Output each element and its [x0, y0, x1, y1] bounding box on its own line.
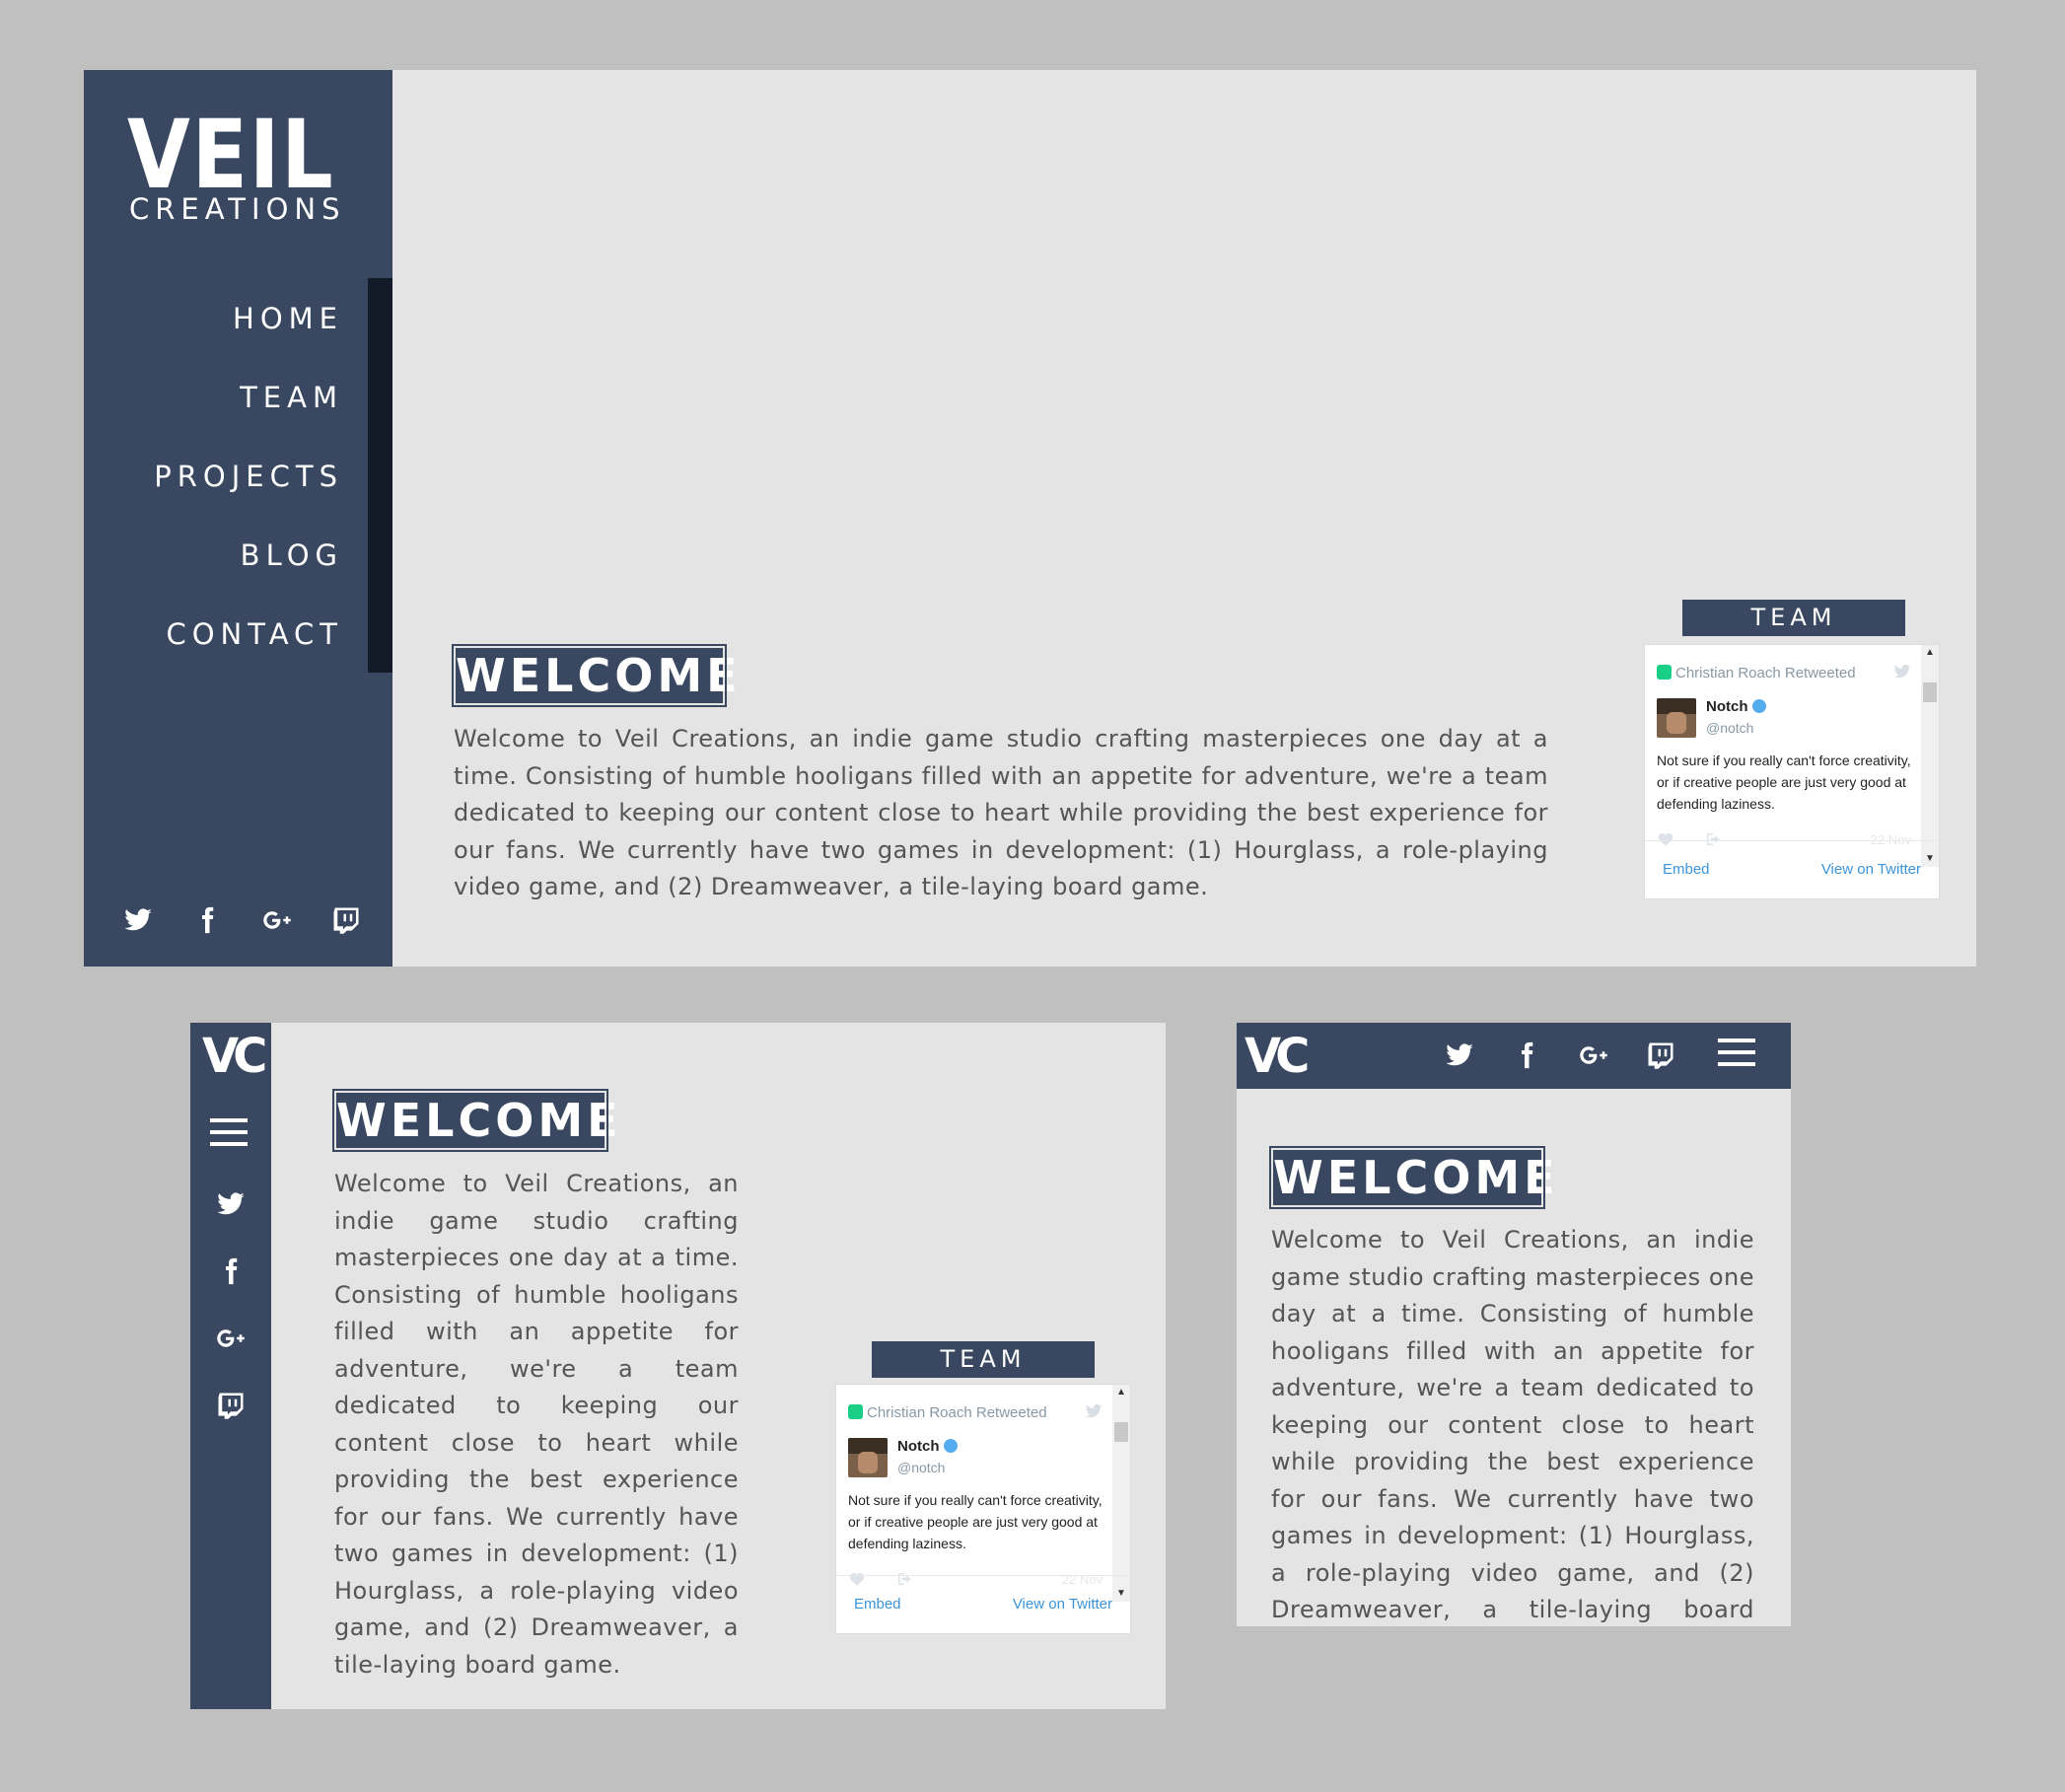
logo-sub: CREATIONS [129, 192, 346, 226]
hamburger-menu-icon[interactable] [210, 1118, 248, 1154]
monogram-logo[interactable]: VC [1245, 1029, 1310, 1084]
twitter-bird-icon [1891, 663, 1913, 681]
nav-item-projects[interactable]: PROJECTS [154, 437, 343, 516]
google-plus-icon[interactable] [260, 903, 294, 937]
sidebar: VEIL CREATIONS HOME TEAM PROJECTS BLOG C… [84, 70, 392, 967]
team-tweets-label: TEAM TWEETS [872, 1341, 1095, 1409]
tweet-scrollbar[interactable]: ▲ ▼ [1921, 645, 1939, 867]
hamburger-menu-icon[interactable] [1718, 1039, 1755, 1074]
welcome-heading-text: WELCOME [336, 1094, 622, 1147]
tweet-author-name-text: Notch [897, 1438, 940, 1455]
tweet-author-name[interactable]: Notch [1706, 698, 1766, 715]
mobile-layout: VC WELCOME Welcome to Veil Creations, an… [1237, 1023, 1791, 1626]
twitch-icon[interactable] [329, 903, 363, 937]
welcome-heading: WELCOME [1269, 1146, 1559, 1209]
embed-link[interactable]: Embed [854, 1596, 901, 1613]
welcome-body: Welcome to Veil Creations, an indie game… [1271, 1226, 1754, 1623]
desktop-layout: VEIL CREATIONS HOME TEAM PROJECTS BLOG C… [84, 70, 1976, 967]
twitter-icon[interactable] [214, 1187, 248, 1221]
tweet-text: Not sure if you really can't force creat… [1657, 753, 1911, 812]
tweet-scrollbar[interactable]: ▲ ▼ [1112, 1385, 1130, 1602]
nav-item-contact[interactable]: CONTACT [154, 595, 343, 674]
view-on-twitter-link[interactable]: View on Twitter [1013, 1596, 1112, 1613]
top-bar: VC [1237, 1023, 1791, 1089]
facebook-icon[interactable] [1510, 1039, 1543, 1072]
welcome-body: Welcome to Veil Creations, an indie game… [334, 1170, 739, 1679]
retweet-icon [848, 1404, 863, 1419]
retweet-text: Christian Roach Retweeted [867, 1404, 1047, 1421]
icon-rail: VC [190, 1023, 271, 1709]
tablet-layout: VC WELCOME Welcome to Veil Creations, an… [190, 1023, 1166, 1709]
team-tweets-label: TEAM TWEETS [1682, 600, 1905, 668]
tweet-author-name-text: Notch [1706, 698, 1748, 715]
twitter-icon[interactable] [1443, 1039, 1476, 1072]
twitch-icon[interactable] [214, 1389, 248, 1422]
tweet-card[interactable]: Christian Roach Retweeted Notch @notch N… [1645, 645, 1921, 847]
retweet-text: Christian Roach Retweeted [1675, 665, 1856, 681]
tweet-text: Not sure if you really can't force creat… [848, 1492, 1103, 1551]
twitter-bird-icon [1083, 1402, 1104, 1420]
tweet-author-name[interactable]: Notch [897, 1438, 958, 1455]
embed-link[interactable]: Embed [1663, 861, 1710, 878]
scroll-thumb[interactable] [1923, 682, 1937, 702]
verified-icon [1751, 699, 1766, 713]
tweet-widget: Christian Roach Retweeted Notch @notch N… [835, 1384, 1131, 1634]
welcome-heading: WELCOME [332, 1089, 622, 1152]
scroll-up-icon[interactable]: ▲ [1924, 647, 1936, 659]
welcome-body: Welcome to Veil Creations, an indie game… [454, 725, 1548, 900]
facebook-icon[interactable] [214, 1254, 248, 1288]
nav-item-team[interactable]: TEAM [154, 358, 343, 437]
logo-main[interactable]: VEIL [127, 108, 333, 202]
twitch-icon[interactable] [1644, 1039, 1677, 1072]
nav-item-home[interactable]: HOME [154, 279, 343, 358]
twitter-icon[interactable] [121, 903, 155, 937]
nav-item-blog[interactable]: BLOG [154, 516, 343, 595]
google-plus-icon[interactable] [1577, 1039, 1610, 1072]
welcome-heading: WELCOME [452, 644, 742, 707]
google-plus-icon[interactable] [214, 1322, 248, 1355]
welcome-heading-text: WELCOME [456, 649, 742, 702]
tweet-footer: Embed View on Twitter [1645, 840, 1939, 898]
verified-icon [943, 1439, 958, 1453]
main-nav: HOME TEAM PROJECTS BLOG CONTACT [154, 279, 343, 674]
tweet-widget: Christian Roach Retweeted Notch @notch N… [1644, 644, 1940, 899]
scroll-up-icon[interactable]: ▲ [1115, 1387, 1127, 1398]
avatar[interactable] [848, 1438, 888, 1477]
welcome-heading-text: WELCOME [1273, 1151, 1559, 1204]
monogram-logo[interactable]: VC [202, 1029, 267, 1084]
retweet-icon [1657, 665, 1672, 680]
retweet-line: Christian Roach Retweeted [1657, 665, 1856, 681]
tweet-author-handle[interactable]: @notch [1706, 720, 1753, 736]
view-on-twitter-link[interactable]: View on Twitter [1821, 861, 1921, 878]
social-links [121, 903, 363, 937]
tweet-author-handle[interactable]: @notch [897, 1460, 945, 1475]
tweet-card[interactable]: Christian Roach Retweeted Notch @notch N… [836, 1385, 1112, 1587]
retweet-line: Christian Roach Retweeted [848, 1404, 1047, 1421]
avatar[interactable] [1657, 698, 1696, 738]
facebook-icon[interactable] [190, 903, 224, 937]
nav-active-bar [368, 278, 392, 673]
scroll-thumb[interactable] [1114, 1422, 1128, 1442]
tweet-footer: Embed View on Twitter [836, 1575, 1130, 1633]
